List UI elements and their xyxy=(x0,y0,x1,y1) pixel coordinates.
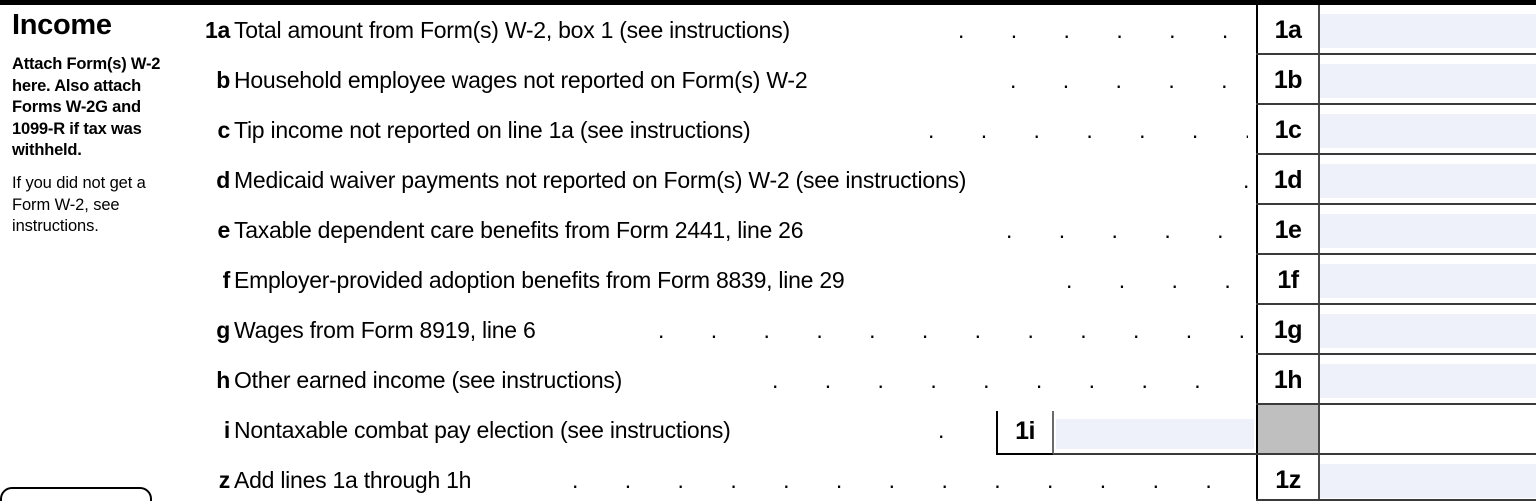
table-row: g Wages from Form 8919, line 6 . . . . . .… xyxy=(168,305,1536,355)
amount-input[interactable] xyxy=(1320,314,1536,348)
amount-cell[interactable] xyxy=(1320,305,1536,355)
table-row: z Add lines 1a through 1h . . . . . . . . … xyxy=(168,455,1536,501)
line-number-cell: 1f xyxy=(1256,255,1320,305)
amount-cell[interactable] xyxy=(1320,205,1536,255)
amount-input[interactable] xyxy=(1320,114,1536,148)
line-number-cell: 1e xyxy=(1256,205,1320,255)
amount-input[interactable] xyxy=(1320,464,1536,498)
amount-cell xyxy=(1320,405,1536,455)
line-letter: c xyxy=(217,117,231,143)
amount-cell[interactable] xyxy=(1320,5,1536,55)
table-row: e Taxable dependent care benefits from Fo… xyxy=(168,205,1536,255)
line-description: Tip income not reported on line 1a (see … xyxy=(234,117,751,143)
table-row: b Household employee wages not reported o… xyxy=(168,55,1536,105)
table-row: c Tip income not reported on line 1a (see… xyxy=(168,105,1536,155)
line-description: Wages from Form 8919, line 6 xyxy=(234,317,536,343)
income-line-rows: 1a Total amount from Form(s) W-2, box 1 (… xyxy=(168,5,1536,501)
line-1i-number-box: 1i xyxy=(996,411,1054,455)
table-row: f Employer-provided adoption benefits fro… xyxy=(168,255,1536,305)
line-letter: b xyxy=(216,67,230,93)
line-number-cell: 1a xyxy=(1256,5,1320,55)
line-number-cell xyxy=(1256,405,1320,455)
line-description: Taxable dependent care benefits from For… xyxy=(234,217,804,243)
amount-cell[interactable] xyxy=(1320,455,1536,501)
amount-cell[interactable] xyxy=(1320,155,1536,205)
dot-leader: . . . . . . . . . . . . . . . . . . . . … xyxy=(1010,67,1248,93)
amount-input[interactable] xyxy=(1320,214,1536,248)
line-description: Nontaxable combat pay election (see inst… xyxy=(234,417,731,443)
line-description: Household employee wages not reported on… xyxy=(234,67,808,93)
table-row: d Medicaid waiver payments not reported o… xyxy=(168,155,1536,205)
line-number-cell: 1z xyxy=(1256,455,1320,501)
line-letter: d xyxy=(216,167,230,193)
amount-cell[interactable] xyxy=(1320,255,1536,305)
line-letter: z xyxy=(218,467,231,493)
line-number-cell: 1c xyxy=(1256,105,1320,155)
line-description: Other earned income (see instructions) xyxy=(234,367,623,393)
line-number-cell: 1b xyxy=(1256,55,1320,105)
line-number-cell: 1h xyxy=(1256,355,1320,405)
section-title: Income xyxy=(12,9,112,41)
form-1040-income-section: Income Attach Form(s) W-2 here. Also att… xyxy=(0,0,1536,501)
line-description: Employer-provided adoption benefits from… xyxy=(234,267,845,293)
line-number-cell: 1g xyxy=(1256,305,1320,355)
dot-leader: . . . . . . . . . . . . . . . . . . . . … xyxy=(958,17,1248,43)
line-letter: g xyxy=(216,317,230,343)
amount-cell[interactable] xyxy=(1320,355,1536,405)
table-row: h Other earned income (see instructions).… xyxy=(168,355,1536,405)
amount-input[interactable] xyxy=(1320,164,1536,198)
no-w2-note: If you did not get a Form W-2, see instr… xyxy=(12,174,146,236)
line-description: Add lines 1a through 1h xyxy=(234,467,472,493)
attach-payment-box xyxy=(0,487,152,501)
dot-leader: . . . . . . . . . . . . . . . . . . . . … xyxy=(1066,267,1248,293)
amount-input[interactable] xyxy=(1320,64,1536,98)
amount-input[interactable] xyxy=(1320,364,1536,398)
amount-input[interactable] xyxy=(1320,264,1536,298)
dot-leader: . . . . . . . . . . . . . . . . . . . . … xyxy=(658,317,1248,343)
line-letter: 1a xyxy=(205,17,230,43)
line-1i-amount-input[interactable] xyxy=(1056,419,1254,449)
dot-leader: . . . . . . . . . . . . . . . . . . . . … xyxy=(928,117,1248,143)
line-number-cell: 1d xyxy=(1256,155,1320,205)
table-row: i Nontaxable combat pay election (see ins… xyxy=(168,405,1536,455)
amount-cell[interactable] xyxy=(1320,55,1536,105)
dot-leader: . . . . . . . . . . . . . . . . . . . . … xyxy=(772,367,1248,393)
dot-leader: . . . . . . . . . . . . . . . . . . . . … xyxy=(572,467,1248,493)
income-instructions-panel: Income Attach Form(s) W-2 here. Also att… xyxy=(0,5,168,501)
amount-input[interactable] xyxy=(1320,14,1536,48)
amount-cell[interactable] xyxy=(1320,105,1536,155)
line-letter: h xyxy=(216,367,230,393)
attach-forms-note: Attach Form(s) W-2 here. Also attach For… xyxy=(12,55,161,160)
line-description: Total amount from Form(s) W-2, box 1 (se… xyxy=(234,17,790,43)
dot-leader: . . . . . . . . . . . . . . . . . . . . … xyxy=(1243,155,1249,205)
line-letter: e xyxy=(217,217,231,243)
line-description: Medicaid waiver payments not reported on… xyxy=(234,167,967,193)
dot-leader: . . . . . . . . . . . . . . . . . . . . … xyxy=(1006,217,1248,243)
line-letter: f xyxy=(222,267,231,293)
table-row: 1a Total amount from Form(s) W-2, box 1 (… xyxy=(168,5,1536,55)
dot-leader: . . . . . . . . . . . . . . . . . . . . … xyxy=(938,405,952,455)
line-letter: i xyxy=(223,417,230,443)
